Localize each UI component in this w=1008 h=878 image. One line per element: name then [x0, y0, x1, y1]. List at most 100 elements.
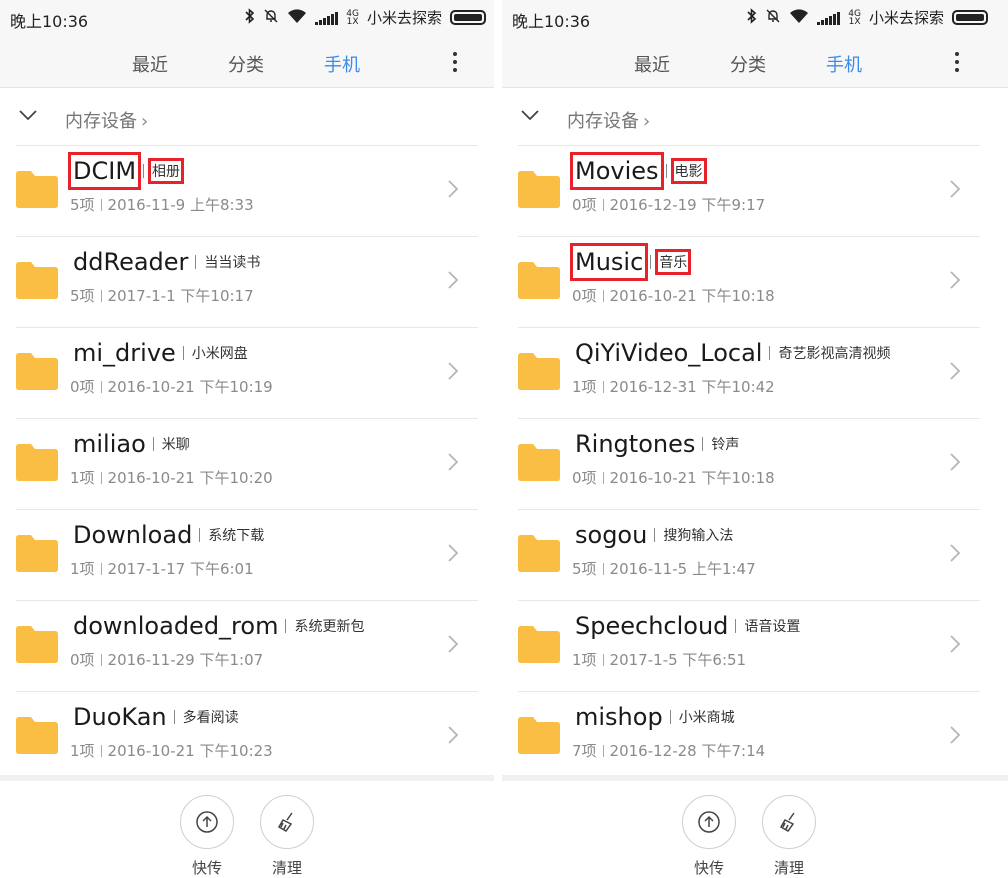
clean-label: 清理 — [773, 859, 804, 877]
tab-phone[interactable]: 手机 — [826, 51, 862, 77]
chevron-right-icon — [446, 360, 460, 382]
folder-row[interactable]: ddReader 当当读书 5项 2017-1-1 下午10:17 — [16, 236, 478, 327]
item-count: 1项 — [572, 378, 597, 396]
more-menu-icon[interactable] — [953, 50, 961, 74]
folder-name: QiYiVideo_Local — [575, 339, 763, 367]
folder-name: Speechcloud — [575, 612, 729, 640]
name-separator — [152, 437, 154, 451]
folder-meta: 0项 2016-11-29 下午1:07 — [70, 649, 263, 670]
meta-separator — [100, 289, 102, 302]
folder-title: mishop 小米商城 — [572, 700, 737, 734]
folder-alias: 搜狗输入法 — [663, 528, 734, 544]
item-count: 7项 — [572, 742, 597, 760]
folder-name: DCIM — [67, 152, 142, 190]
folder-name: Music — [569, 243, 649, 281]
folder-row[interactable]: Ringtones 铃声 0项 2016-10-21 下午10:18 — [518, 418, 980, 509]
folder-alias: 当当读书 — [204, 255, 261, 271]
folder-alias: 米聊 — [161, 437, 190, 453]
folder-row[interactable]: mishop 小米商城 7项 2016-12-28 下午7:14 — [518, 691, 980, 782]
name-separator — [702, 437, 704, 451]
meta-separator — [100, 198, 102, 211]
folder-name: mi_drive — [73, 339, 176, 367]
name-separator — [195, 255, 197, 269]
modified-date: 2016-12-28 下午7:14 — [609, 742, 766, 760]
meta-separator — [100, 471, 102, 484]
folder-row[interactable]: Download 系统下载 1项 2017-1-17 下午6:01 — [16, 509, 478, 600]
chevron-right-icon — [446, 724, 460, 746]
modified-date: 2016-12-19 下午9:17 — [609, 196, 766, 214]
meta-separator — [602, 198, 604, 211]
transfer-label: 快传 — [693, 859, 724, 877]
transfer-button[interactable]: 快传 — [180, 795, 234, 878]
breadcrumb-storage[interactable]: 内存设备 › — [567, 107, 650, 133]
meta-separator — [602, 471, 604, 484]
item-count: 1项 — [70, 742, 95, 760]
folder-row[interactable]: downloaded_rom 系统更新包 0项 2016-11-29 下午1:07 — [16, 600, 478, 691]
name-separator — [650, 255, 652, 269]
tab-recent[interactable]: 最近 — [132, 51, 168, 77]
status-time: 晚上10:36 — [10, 12, 89, 31]
battery-icon — [450, 10, 486, 25]
folder-row[interactable]: mi_drive 小米网盘 0项 2016-10-21 下午10:19 — [16, 327, 478, 418]
tab-category[interactable]: 分类 — [228, 51, 264, 77]
screen-divider — [494, 0, 502, 878]
meta-separator — [100, 380, 102, 393]
chevron-right-icon — [948, 724, 962, 746]
clean-button[interactable]: 清理 — [762, 795, 816, 878]
folder-row[interactable]: Speechcloud 语音设置 1项 2017-1-5 下午6:51 — [518, 600, 980, 691]
folder-alias: 铃声 — [711, 437, 740, 453]
folder-alias: 系统更新包 — [294, 619, 365, 635]
more-menu-icon[interactable] — [451, 50, 459, 74]
folder-title: DCIM 相册 — [67, 152, 185, 190]
folder-row[interactable]: Movies 电影 0项 2016-12-19 下午9:17 — [518, 145, 980, 236]
folder-row[interactable]: QiYiVideo_Local 奇艺影视高清视频 1项 2016-12-31 下午10… — [518, 327, 980, 418]
meta-separator — [602, 380, 604, 393]
item-count: 1项 — [572, 651, 597, 669]
wifi-icon — [287, 8, 307, 28]
folder-name: miliao — [73, 430, 146, 458]
folder-row[interactable]: sogou 搜狗输入法 5项 2016-11-5 上午1:47 — [518, 509, 980, 600]
folder-meta: 5项 2016-11-5 上午1:47 — [572, 558, 756, 579]
chevron-right-icon — [948, 269, 962, 291]
folder-title: mi_drive 小米网盘 — [70, 336, 250, 370]
chevron-down-icon[interactable] — [520, 105, 540, 125]
battery-icon — [952, 10, 988, 25]
folder-meta: 5项 2017-1-1 下午10:17 — [70, 285, 254, 306]
tab-phone[interactable]: 手机 — [324, 51, 360, 77]
clean-button[interactable]: 清理 — [260, 795, 314, 878]
transfer-circle — [180, 795, 234, 849]
tab-category[interactable]: 分类 — [730, 51, 766, 77]
name-separator — [665, 164, 667, 178]
phone-screen-right: 晚上10:36 4G 1X 小米去探索 最近 分类 手机 内存设备 › Movi… — [502, 0, 1008, 878]
folder-icon — [518, 441, 560, 481]
folder-icon — [518, 350, 560, 390]
folder-meta: 1项 2017-1-5 下午6:51 — [572, 649, 746, 670]
folder-row[interactable]: DuoKan 多看阅读 1项 2016-10-21 下午10:23 — [16, 691, 478, 782]
status-icons: 4G 1X 小米去探索 — [747, 7, 988, 28]
folder-row[interactable]: Music 音乐 0项 2016-10-21 下午10:18 — [518, 236, 980, 327]
folder-title: Ringtones 铃声 — [572, 427, 741, 461]
breadcrumb: 内存设备 › — [502, 89, 1008, 145]
tab-bar: 最近 分类 手机 — [502, 36, 1008, 88]
breadcrumb-storage[interactable]: 内存设备 › — [65, 107, 148, 133]
folder-meta: 1项 2016-10-21 下午10:23 — [70, 740, 273, 761]
folder-icon — [16, 623, 58, 663]
folder-alias: 小米网盘 — [191, 346, 248, 362]
modified-date: 2017-1-1 下午10:17 — [107, 287, 254, 305]
transfer-label: 快传 — [191, 859, 222, 877]
name-separator — [285, 619, 287, 633]
tab-recent[interactable]: 最近 — [634, 51, 670, 77]
transfer-circle — [682, 795, 736, 849]
chevron-down-icon[interactable] — [18, 105, 38, 125]
modified-date: 2016-10-21 下午10:18 — [609, 469, 775, 487]
folder-title: Download 系统下载 — [70, 518, 266, 552]
modified-date: 2016-11-5 上午1:47 — [609, 560, 756, 578]
meta-separator — [602, 289, 604, 302]
folder-row[interactable]: DCIM 相册 5项 2016-11-9 上午8:33 — [16, 145, 478, 236]
folder-name: sogou — [575, 521, 648, 549]
chevron-right-icon — [948, 542, 962, 564]
folder-row[interactable]: miliao 米聊 1项 2016-10-21 下午10:20 — [16, 418, 478, 509]
chevron-right-icon — [446, 269, 460, 291]
transfer-button[interactable]: 快传 — [682, 795, 736, 878]
top-bar: 晚上10:36 4G 1X 小米去探索 最近 分类 手机 — [502, 0, 1008, 88]
